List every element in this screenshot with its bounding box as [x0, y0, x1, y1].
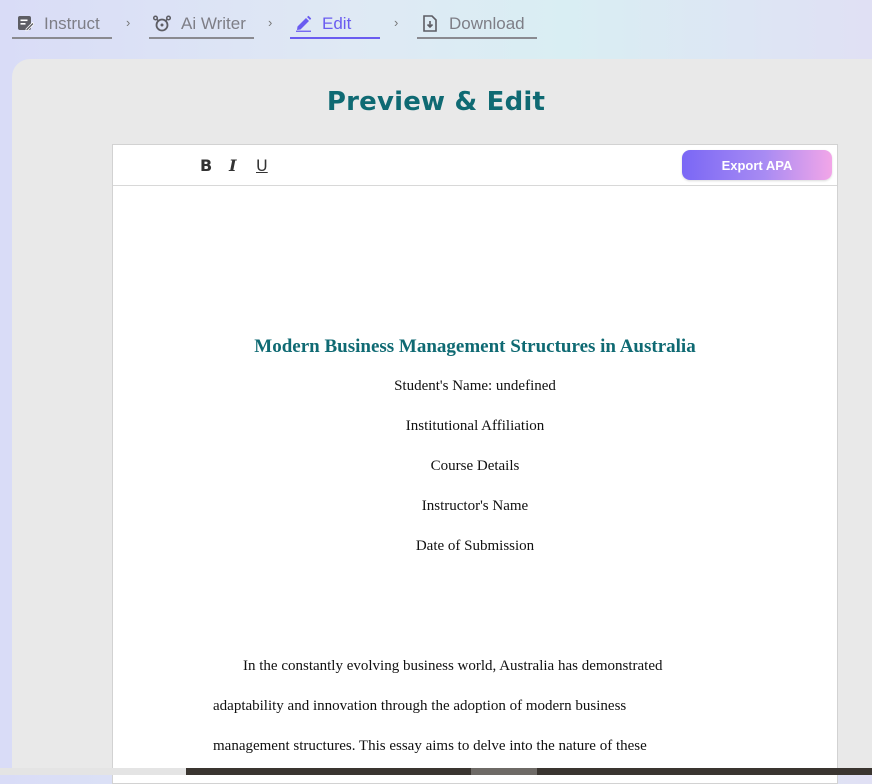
export-apa-button[interactable]: Export APA: [682, 150, 832, 180]
italic-button[interactable]: I: [229, 156, 236, 175]
step-separator: ›: [268, 15, 273, 30]
cover-line: Course Details: [430, 458, 520, 474]
download-file-icon: [421, 15, 439, 33]
step-ai-writer[interactable]: Ai Writer: [149, 10, 254, 39]
page-title: Preview & Edit: [326, 87, 546, 117]
step-label: Ai Writer: [181, 13, 246, 33]
cover-line: Instructor's Name: [421, 498, 529, 514]
paragraph-line: adaptability and innovation through the …: [213, 698, 627, 714]
step-separator: ›: [126, 15, 131, 30]
step-label: Edit: [322, 13, 352, 33]
document-title: Modern Business Management Structures in…: [254, 336, 696, 357]
paragraph-line: management structures. This essay aims t…: [213, 738, 647, 754]
step-instruct[interactable]: Instruct: [12, 10, 112, 39]
step-label: Download: [449, 13, 525, 33]
cover-line: Student's Name: undefined: [394, 378, 556, 394]
taskbar-segment: [471, 768, 537, 775]
pen-tool-icon: [153, 14, 171, 33]
taskbar-strip: [186, 768, 872, 775]
pencil-icon: [294, 15, 312, 33]
step-download[interactable]: Download: [417, 10, 537, 39]
taskbar-left: [0, 768, 186, 775]
paragraph-line: In the constantly evolving business worl…: [243, 658, 663, 674]
step-edit[interactable]: Edit: [290, 10, 380, 39]
stepper: Instruct › Ai Writer › Edit › Download: [0, 0, 872, 58]
step-separator: ›: [394, 15, 399, 30]
edit-note-icon: [16, 15, 34, 33]
step-label: Instruct: [44, 13, 100, 33]
editor-toolbar: B I U Export APA: [113, 145, 837, 186]
document-editor[interactable]: B I U Export APA Modern Business Managem…: [112, 144, 838, 784]
cover-line: Institutional Affiliation: [405, 418, 545, 434]
cover-line: Date of Submission: [415, 538, 535, 554]
bold-button[interactable]: B: [200, 156, 212, 175]
underline-button[interactable]: U: [256, 156, 268, 175]
